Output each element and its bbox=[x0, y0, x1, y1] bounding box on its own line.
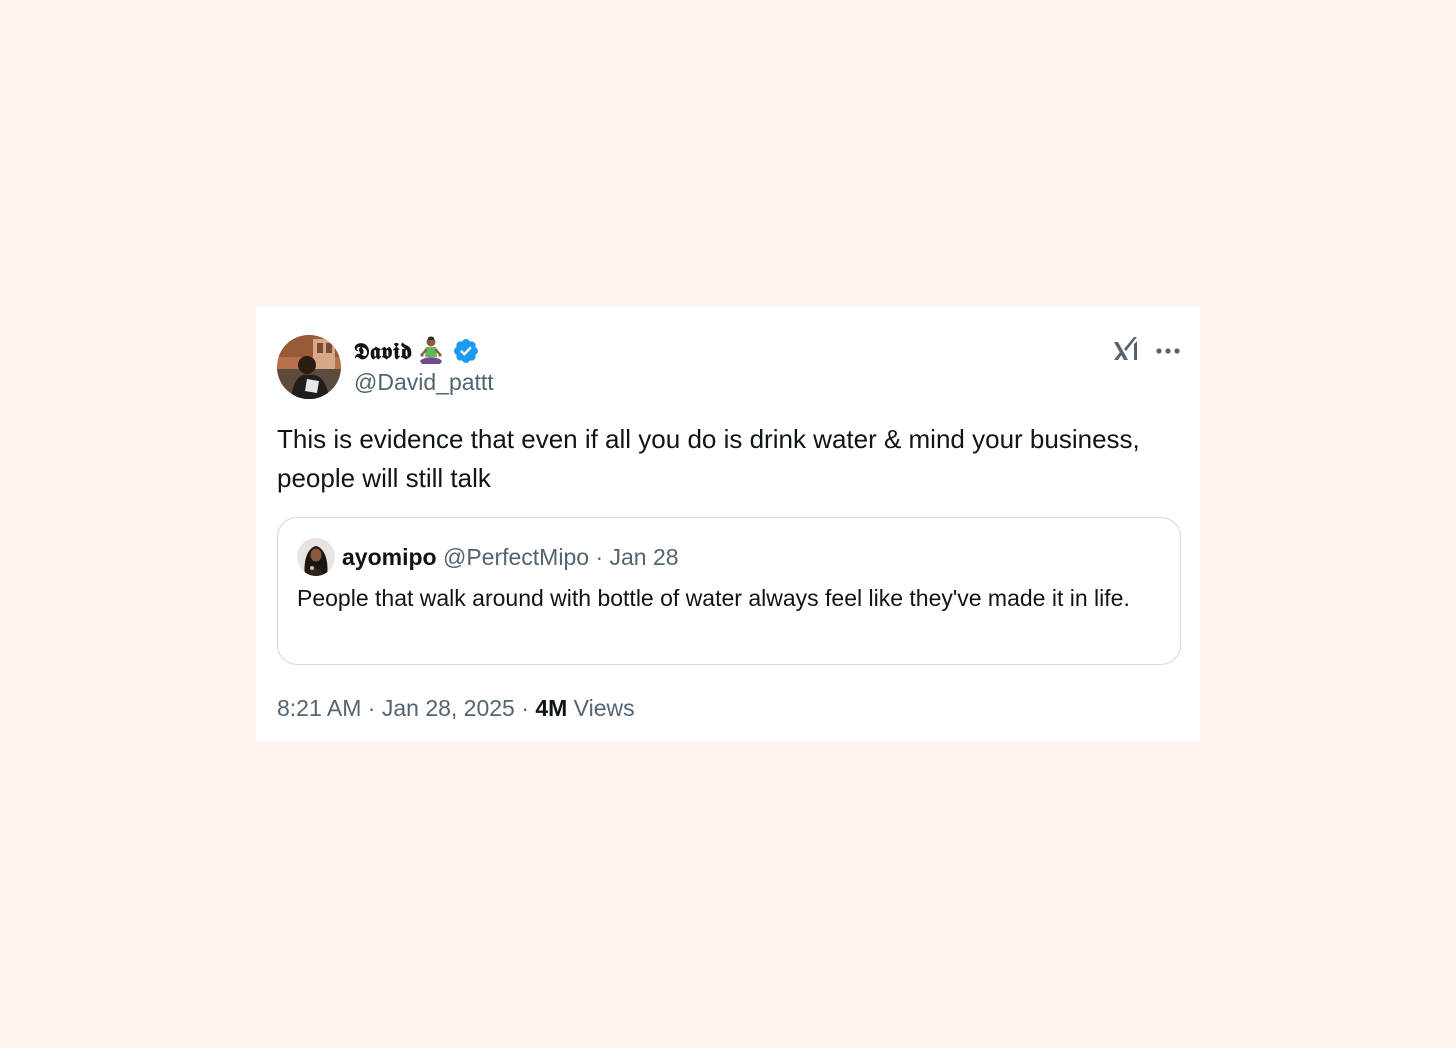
quote-separator: · bbox=[595, 544, 604, 570]
quote-author-name[interactable]: ayomipo bbox=[342, 544, 437, 570]
more-icon[interactable] bbox=[1154, 337, 1182, 365]
person-in-lotus-position-icon bbox=[418, 336, 444, 366]
views-label: Views bbox=[573, 695, 635, 721]
verified-badge-icon[interactable] bbox=[452, 337, 480, 365]
meta-separator: · bbox=[521, 695, 529, 721]
author-display-name[interactable]: 𝕯𝖆𝖛𝖎𝖉 bbox=[354, 338, 412, 365]
author-avatar[interactable] bbox=[277, 335, 341, 399]
quote-header: ayomipo @PerfectMipo · Jan 28 bbox=[342, 540, 679, 574]
author-handle[interactable]: @David_pattt bbox=[354, 369, 494, 396]
tweet-time[interactable]: 8:21 AM bbox=[277, 695, 361, 721]
tweet-card: 𝕯𝖆𝖛𝖎𝖉 @David_pattt This is evidence that… bbox=[256, 307, 1200, 741]
quote-author-handle[interactable]: @PerfectMipo bbox=[443, 544, 589, 570]
quoted-tweet[interactable]: ayomipo @PerfectMipo · Jan 28 People tha… bbox=[277, 517, 1181, 665]
tweet-text: This is evidence that even if all you do… bbox=[277, 424, 1140, 493]
quote-text: People that walk around with bottle of w… bbox=[297, 585, 1130, 611]
quote-author-avatar[interactable] bbox=[297, 538, 335, 576]
author-name-row[interactable]: 𝕯𝖆𝖛𝖎𝖉 bbox=[354, 335, 480, 367]
tweet-meta: 8:21 AM · Jan 28, 2025 · 4M Views bbox=[277, 691, 635, 725]
grok-x-logo-icon[interactable] bbox=[1112, 335, 1140, 363]
tweet-date[interactable]: Jan 28, 2025 bbox=[382, 695, 515, 721]
meta-separator: · bbox=[367, 695, 376, 721]
quote-date[interactable]: Jan 28 bbox=[610, 544, 679, 570]
views-count: 4M bbox=[535, 695, 568, 721]
